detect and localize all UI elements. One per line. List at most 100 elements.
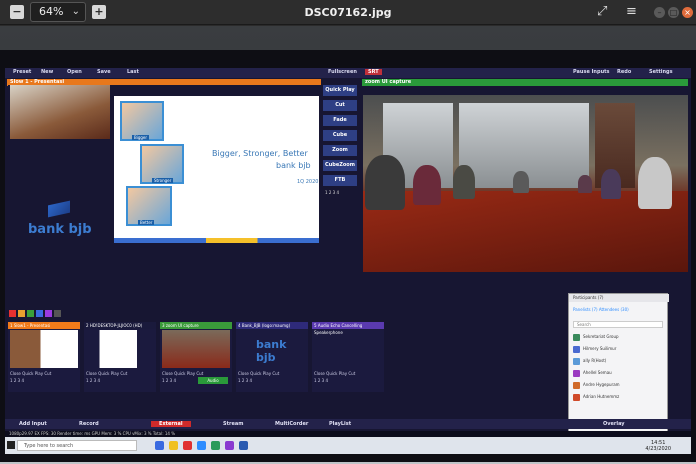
edge-icon[interactable]: [155, 441, 164, 450]
slide-photo-stronger: Stronger: [140, 144, 184, 184]
participant-figure: [601, 169, 621, 199]
taskbar-search-input[interactable]: Type here to search: [17, 440, 137, 451]
multicorder-button[interactable]: MultiCorder: [275, 421, 308, 427]
input-controls[interactable]: Close Quick Play Cut: [86, 371, 127, 376]
cubezoom-button[interactable]: CubeZoom: [323, 160, 357, 171]
menu-last[interactable]: Last: [127, 69, 139, 75]
taskbar-clock[interactable]: 14:51 4/23/2020: [645, 440, 671, 452]
avatar: [573, 381, 580, 389]
participant-item[interactable]: Sekretariat Group: [573, 332, 665, 341]
slide-tagline: Bigger, Stronger, Better: [212, 149, 308, 158]
menu-redo[interactable]: Redo: [617, 69, 631, 75]
close-window-button[interactable]: ×: [682, 7, 693, 18]
window-title: DSC07162.jpg: [304, 6, 392, 19]
add-input-button[interactable]: Add Input: [19, 421, 47, 427]
color-tag[interactable]: [54, 310, 61, 317]
input-tile-4[interactable]: 4 Bank_BJB (logo:maumg) bank bjb Close Q…: [236, 322, 308, 392]
output-live-feed[interactable]: [363, 95, 688, 272]
input-numbers[interactable]: 1 2 3 4: [238, 378, 252, 383]
external-button[interactable]: External: [151, 421, 191, 427]
participant-figure: [413, 165, 441, 205]
cut-button[interactable]: Cut: [323, 100, 357, 111]
input-title: 1 Slow1 - Presentasi: [8, 322, 80, 329]
color-tag[interactable]: [27, 310, 34, 317]
viewer-titlebar: − 64% ⌄ + DSC07162.jpg ⤢ ≡ – □ ×: [0, 0, 696, 25]
input-thumbnail: [162, 330, 230, 368]
input-numbers[interactable]: 1 2 3 4: [162, 378, 176, 383]
srt-badge[interactable]: SRT: [365, 69, 382, 75]
input-controls[interactable]: Close Quick Play Cut: [238, 371, 279, 376]
input-tile-5[interactable]: 5 Audio Echo Cancelling Speakerphone Clo…: [312, 322, 384, 392]
minimize-window-button[interactable]: –: [654, 7, 665, 18]
input-controls[interactable]: Close Quick Play Cut: [314, 371, 355, 376]
overlay-button[interactable]: Overlay: [603, 421, 625, 427]
menu-save[interactable]: Save: [97, 69, 111, 75]
zoom-transition-button[interactable]: Zoom: [323, 145, 357, 156]
quick-play-button[interactable]: Quick Play: [323, 85, 357, 96]
color-tag[interactable]: [36, 310, 43, 317]
playlist-button[interactable]: PlayList: [329, 421, 351, 427]
menu-new[interactable]: New: [41, 69, 53, 75]
participants-search-input[interactable]: Search: [573, 321, 663, 328]
participant-figure: [453, 165, 475, 199]
input-tile-2[interactable]: 2 HD!DESKTOP-JLJIOC0 (HD) Close Quick Pl…: [84, 322, 156, 392]
inputs-row: 1 Slow1 - Presentasi Close Quick Play Cu…: [8, 322, 388, 392]
windows-start-icon[interactable]: [7, 441, 15, 449]
audio-button[interactable]: Audio: [198, 377, 228, 384]
input-numbers[interactable]: 1 2 3 4: [314, 378, 328, 383]
participant-item[interactable]: Ahellel Semau: [573, 368, 665, 377]
menu-preset[interactable]: Preset: [13, 69, 31, 75]
menu-fullscreen[interactable]: Fullscreen: [328, 69, 357, 75]
participants-tabs[interactable]: Panelists (7) Attendees (30): [573, 307, 629, 312]
bank-bjb-logo: bank bjb: [28, 222, 92, 237]
vmix-icon[interactable]: [239, 441, 248, 450]
color-tag[interactable]: [45, 310, 52, 317]
input-title: 4 Bank_BJB (logo:maumg): [236, 322, 308, 329]
input-numbers[interactable]: 1 2 3 4: [86, 378, 100, 383]
color-tag[interactable]: [9, 310, 16, 317]
app-icon[interactable]: [225, 441, 234, 450]
avatar: [573, 357, 580, 365]
avatar: [573, 369, 580, 377]
stream-button[interactable]: Stream: [223, 421, 243, 427]
record-button[interactable]: Record: [79, 421, 99, 427]
input-thumbnail: [86, 330, 154, 368]
menu-settings[interactable]: Settings: [649, 69, 673, 75]
participant-item[interactable]: Adrian Hutnemmz: [573, 392, 665, 401]
participant-item[interactable]: Hilmery Suilimur: [573, 344, 665, 353]
input-tile-3[interactable]: 3 zoom UI capture Close Quick Play Cut 1…: [160, 322, 232, 392]
input-numbers[interactable]: 1 2 3 4: [10, 378, 24, 383]
slide-photo-bigger: Bigger: [120, 101, 164, 141]
app-icon[interactable]: [211, 441, 220, 450]
color-tag[interactable]: [18, 310, 25, 317]
avatar: [573, 333, 580, 341]
input-title: 3 zoom UI capture: [160, 322, 232, 329]
participant-item[interactable]: Andre Hygepuram: [573, 380, 665, 389]
slide-date: 1Q 2020: [297, 179, 319, 185]
participant-figure: [578, 175, 592, 193]
input-title: 2 HD!DESKTOP-JLJIOC0 (HD): [84, 322, 156, 329]
windows-taskbar: Type here to search 14:51 4/23/2020: [5, 437, 691, 454]
ftb-button[interactable]: FTB: [323, 175, 357, 186]
fullscreen-icon[interactable]: ⤢: [597, 4, 607, 19]
input-controls[interactable]: Close Quick Play Cut: [10, 371, 51, 376]
participant-item[interactable]: ally R(Host): [573, 356, 665, 365]
transition-numbers[interactable]: 1 2 3 4: [325, 190, 339, 195]
fade-button[interactable]: Fade: [323, 115, 357, 126]
zoom-icon[interactable]: [197, 441, 206, 450]
file-explorer-icon[interactable]: [169, 441, 178, 450]
hamburger-menu-icon[interactable]: ≡: [626, 4, 637, 19]
chrome-icon[interactable]: [183, 441, 192, 450]
preview-meeting-thumbnail: [10, 85, 110, 139]
cube-button[interactable]: Cube: [323, 130, 357, 141]
participants-title: Participants (7): [569, 294, 669, 302]
input-controls[interactable]: Close Quick Play Cut: [162, 371, 203, 376]
input-thumbnail: bank bjb: [238, 330, 306, 368]
menu-open[interactable]: Open: [67, 69, 82, 75]
input-tile-1[interactable]: 1 Slow1 - Presentasi Close Quick Play Cu…: [8, 322, 80, 392]
avatar: [573, 345, 580, 353]
maximize-window-button[interactable]: □: [668, 7, 679, 18]
input-thumbnail: [10, 330, 78, 368]
participant-figure: [365, 155, 405, 210]
menu-pause-inputs[interactable]: Pause Inputs: [573, 69, 610, 75]
